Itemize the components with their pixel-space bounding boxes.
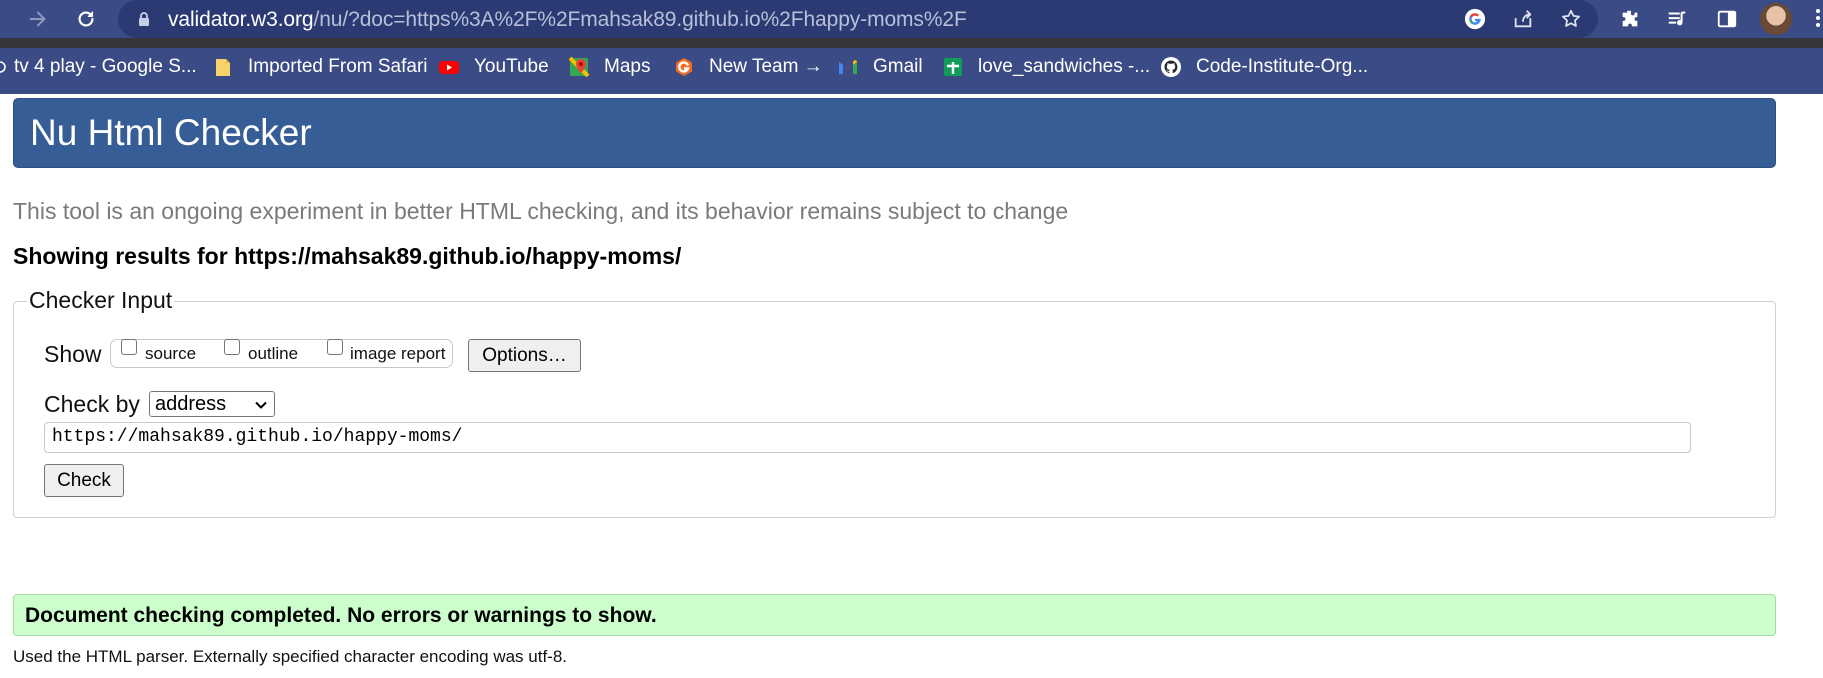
google-lens-button[interactable] — [1462, 6, 1488, 32]
puzzle-icon — [1622, 10, 1638, 27]
github-icon — [1160, 56, 1182, 78]
orange-g-icon — [673, 56, 695, 78]
success-message: Document checking completed. No errors o… — [25, 604, 657, 627]
success-message-box: Document checking completed. No errors o… — [13, 594, 1776, 636]
side-panel-button[interactable] — [1714, 6, 1740, 32]
bookmark-item[interactable]: Gmail — [837, 48, 923, 86]
bookmark-star-button[interactable] — [1558, 6, 1584, 32]
page-title: Nu Html Checker — [30, 112, 312, 153]
extensions-button[interactable] — [1617, 6, 1643, 32]
arrow-right-icon — [29, 11, 46, 27]
folder-icon — [212, 56, 234, 78]
bookmark-label: Maps — [604, 56, 651, 77]
intro-text: This tool is an ongoing experiment in be… — [13, 198, 1069, 224]
side-panel-icon — [1717, 10, 1737, 28]
bookmark-item[interactable]: YouTube — [438, 48, 549, 86]
globe-icon — [0, 56, 6, 78]
address-bar[interactable]: validator.w3.org/nu/?doc=https%3A%2F%2Fm… — [118, 0, 1598, 38]
bookmark-label: Imported From Safari — [248, 56, 428, 77]
options-button[interactable]: Options… — [468, 339, 581, 372]
check-by-label: Check by — [44, 391, 140, 417]
source-label[interactable]: source — [145, 344, 196, 364]
bookmark-label: Code-Institute-Org... — [1196, 56, 1369, 77]
google-g-icon — [1464, 8, 1486, 30]
check-by-select[interactable]: address — [149, 391, 275, 417]
bookmark-item[interactable]: love_sandwiches -... — [942, 48, 1150, 86]
share-icon — [1514, 10, 1532, 28]
checker-input-legend: Checker Input — [27, 287, 175, 314]
outline-checkbox[interactable] — [224, 339, 240, 355]
sheets-icon — [942, 56, 964, 78]
page-content: Nu Html Checker This tool is an ongoing … — [0, 94, 1823, 678]
browser-toolbar: validator.w3.org/nu/?doc=https%3A%2F%2Fm… — [0, 0, 1823, 38]
bookmark-label: YouTube — [474, 56, 549, 77]
share-button[interactable] — [1510, 6, 1536, 32]
media-controls-button[interactable] — [1664, 6, 1690, 32]
bookmark-item[interactable]: tv 4 play - Google S... — [0, 48, 197, 86]
outline-label[interactable]: outline — [248, 344, 298, 364]
show-label: Show — [44, 341, 102, 367]
profile-avatar[interactable] — [1760, 3, 1792, 35]
browser-menu-button[interactable] — [1810, 6, 1823, 32]
youtube-icon — [438, 56, 460, 78]
url-host: validator.w3.org — [168, 8, 314, 31]
reload-button[interactable] — [72, 5, 100, 33]
image-report-checkbox[interactable] — [327, 339, 343, 355]
check-button[interactable]: Check — [44, 464, 124, 497]
bookmark-label: New Team → — [709, 56, 823, 77]
bookmark-item[interactable]: Imported From Safari — [212, 48, 428, 86]
chevron-down-icon — [255, 401, 267, 409]
gmail-icon — [837, 56, 859, 78]
url-text[interactable]: validator.w3.org/nu/?doc=https%3A%2F%2Fm… — [168, 8, 967, 32]
lock-icon — [139, 12, 149, 26]
header-banner: Nu Html Checker — [13, 98, 1776, 168]
forward-button[interactable] — [24, 5, 52, 33]
bookmark-item[interactable]: Code-Institute-Org... — [1160, 48, 1368, 86]
bookmarks-bar: tv 4 play - Google S... Imported From Sa… — [0, 48, 1823, 86]
source-checkbox[interactable] — [121, 339, 137, 355]
playlist-icon — [1668, 11, 1686, 26]
maps-icon — [568, 56, 590, 78]
check-by-selected-value: address — [155, 393, 227, 415]
bookmarks-bar-edge — [0, 86, 1823, 94]
bookmark-label: Gmail — [873, 56, 923, 77]
bookmark-label: tv 4 play - Google S... — [14, 56, 197, 77]
url-path: /nu/?doc=https%3A%2F%2Fmahsak89.github.i… — [313, 8, 967, 31]
parser-note: Used the HTML parser. Externally specifi… — [13, 647, 568, 666]
bookmark-label: love_sandwiches -... — [978, 56, 1151, 77]
bookmark-item[interactable]: Maps — [568, 48, 650, 86]
results-heading: Showing results for https://mahsak89.git… — [13, 243, 682, 269]
document-address-input[interactable]: https://mahsak89.github.io/happy-moms/ — [44, 422, 1691, 453]
bookmark-item[interactable]: New Team → — [673, 48, 823, 86]
image-report-label[interactable]: image report — [350, 344, 445, 364]
star-icon — [1562, 9, 1580, 27]
reload-icon — [78, 11, 94, 27]
checker-input-fieldset — [13, 301, 1776, 518]
